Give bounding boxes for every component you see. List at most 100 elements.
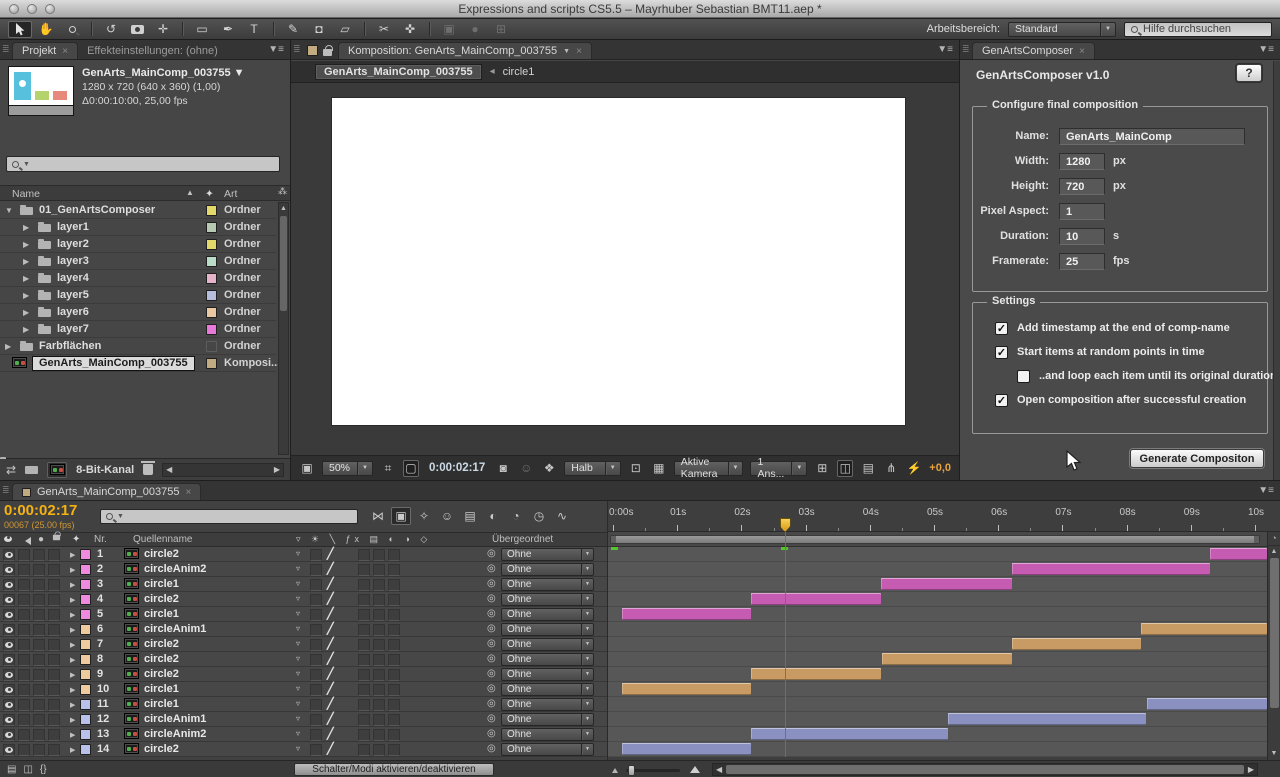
composition-canvas[interactable]: Clip 1_1 Frame: 35 from 75 Clip 2_3 Fram… xyxy=(332,98,905,425)
layer-duration-bar[interactable] xyxy=(622,683,751,695)
project-search-input[interactable]: ▼ xyxy=(6,156,280,172)
frame-blend-toggle[interactable] xyxy=(373,744,385,756)
panel-menu-icon[interactable]: ▼≡ xyxy=(268,44,284,55)
effect-toggle[interactable] xyxy=(358,699,370,711)
new-folder-icon[interactable] xyxy=(25,466,38,474)
audio-toggle[interactable] xyxy=(18,744,30,756)
shy-icon[interactable]: ▿ xyxy=(296,564,300,573)
trash-icon[interactable] xyxy=(143,464,153,475)
parent-select[interactable]: Ohne ▼ xyxy=(501,668,594,681)
parent-select[interactable]: Ohne ▼ xyxy=(501,683,594,696)
layer-color-swatch[interactable] xyxy=(80,714,91,725)
layer-source-name[interactable]: circle2 xyxy=(144,653,179,665)
label-color-swatch[interactable] xyxy=(206,205,217,216)
workspace-select[interactable]: Standard ▼ xyxy=(1008,22,1116,37)
lock-icon[interactable] xyxy=(323,49,332,56)
panel-grip-icon[interactable]: ≣ xyxy=(2,485,9,496)
layer-source-name[interactable]: circle2 xyxy=(144,638,179,650)
pan-behind-tool[interactable]: ✛ xyxy=(151,21,175,38)
layer-duration-bar[interactable] xyxy=(1012,563,1210,575)
pen-tool[interactable]: ✒ xyxy=(216,21,240,38)
tab-effekteinstellungen[interactable]: Effekteinstellungen: (ohne) xyxy=(78,42,227,59)
quality-icon[interactable]: ╱ xyxy=(327,592,334,605)
collapse-toggle[interactable] xyxy=(310,549,322,561)
visibility-toggle[interactable] xyxy=(3,729,15,741)
generate-composition-button[interactable]: Generate Compositon xyxy=(1130,449,1264,468)
pickwhip-icon[interactable]: ◎ xyxy=(487,698,496,709)
lock-toggle[interactable] xyxy=(48,564,60,576)
collapse-toggle[interactable] xyxy=(310,669,322,681)
motion-blur-toggle[interactable] xyxy=(388,714,400,726)
layer-source-name[interactable]: circleAnim2 xyxy=(144,728,206,740)
project-item-row[interactable]: ▶ layer7 Ordner xyxy=(0,321,276,338)
timeline-layer-row[interactable]: ▶ 9 circle2 ▿ ╱ ◎ Ohne ▼ xyxy=(0,667,607,682)
quality-icon[interactable]: ╱ xyxy=(327,712,334,725)
tab-projekt[interactable]: Projekt × xyxy=(12,42,78,59)
layer-color-swatch[interactable] xyxy=(80,579,91,590)
frame-blend-toggle[interactable] xyxy=(373,729,385,741)
region-of-interest-icon[interactable]: ▢ xyxy=(403,460,419,477)
eraser-tool[interactable]: ▱ xyxy=(333,21,357,38)
expand-arrow-icon[interactable]: ▶ xyxy=(5,342,11,351)
shy-icon[interactable]: ▿ xyxy=(296,654,300,663)
frame-blend-toggle[interactable] xyxy=(373,579,385,591)
layer-duration-bar[interactable] xyxy=(1147,698,1267,710)
timeline-track[interactable] xyxy=(608,742,1280,757)
motion-blur-toggle[interactable] xyxy=(388,579,400,591)
lock-toggle[interactable] xyxy=(48,744,60,756)
visibility-toggle[interactable] xyxy=(3,579,15,591)
layer-color-swatch[interactable] xyxy=(80,684,91,695)
motion-blur-toggle[interactable] xyxy=(388,669,400,681)
project-item-name[interactable]: layer3 xyxy=(57,255,89,267)
project-item-row[interactable]: GenArts_MainComp_003755 Komposi... xyxy=(0,355,276,372)
panel-grip-icon[interactable]: ≣ xyxy=(962,44,969,55)
scroll-left-icon[interactable]: ◀ xyxy=(166,465,172,474)
zoom-window-icon[interactable] xyxy=(45,4,55,14)
scroll-thumb[interactable] xyxy=(280,216,287,311)
parent-select[interactable]: Ohne ▼ xyxy=(501,623,594,636)
shy-icon[interactable]: ▿ xyxy=(296,549,300,558)
frame-blend-toggle[interactable] xyxy=(373,699,385,711)
parent-select[interactable]: Ohne ▼ xyxy=(501,638,594,651)
layer-duration-bar[interactable] xyxy=(622,743,751,755)
pickwhip-icon[interactable]: ◎ xyxy=(487,668,496,679)
clip-2[interactable]: Clip 2_3 Frame: 2 from 75 xyxy=(540,357,698,425)
shy-icon[interactable]: ▿ xyxy=(296,594,300,603)
quality-icon[interactable]: ╱ xyxy=(327,607,334,620)
pickwhip-icon[interactable]: ◎ xyxy=(487,548,496,559)
work-area-bar[interactable] xyxy=(610,535,1260,544)
clip-3[interactable]: Clip 3_2 Frame: 75 from 75 xyxy=(718,98,878,425)
field-input[interactable]: GenArts_MainComp xyxy=(1059,128,1245,145)
panel-menu-icon[interactable]: ▼≡ xyxy=(1258,485,1274,496)
expand-inout-pane-icon[interactable]: {} xyxy=(40,764,47,775)
help-button[interactable]: ? xyxy=(1236,64,1262,82)
layer-source-name[interactable]: circle2 xyxy=(144,548,179,560)
shy-icon[interactable]: ▿ xyxy=(296,684,300,693)
layer-color-swatch[interactable] xyxy=(80,669,91,680)
expand-arrow-icon[interactable]: ▶ xyxy=(70,581,75,589)
expand-arrow-icon[interactable]: ▶ xyxy=(70,626,75,634)
frame-blend-toggle[interactable] xyxy=(373,714,385,726)
effect-toggle[interactable] xyxy=(358,624,370,636)
solo-column-icon[interactable]: ● xyxy=(38,534,44,545)
parent-select[interactable]: Ohne ▼ xyxy=(501,593,594,606)
column-nr[interactable]: Nr. xyxy=(94,534,107,545)
timeline-layer-row[interactable]: ▶ 6 circleAnim1 ▿ ╱ ◎ Ohne ▼ xyxy=(0,622,607,637)
frame-blend-toggle[interactable] xyxy=(373,564,385,576)
layer-color-swatch[interactable] xyxy=(80,729,91,740)
pickwhip-icon[interactable]: ◎ xyxy=(487,623,496,634)
timeline-track[interactable] xyxy=(608,727,1280,742)
field-input[interactable]: 1 xyxy=(1059,203,1105,220)
project-item-row[interactable]: ▶ layer2 Ordner xyxy=(0,236,276,253)
search-filter-arrow[interactable]: ▼ xyxy=(117,513,124,520)
layer-color-swatch[interactable] xyxy=(80,594,91,605)
motion-blur-icon[interactable]: ◐ xyxy=(483,507,503,525)
label-column-icon[interactable]: ✦ xyxy=(72,534,80,545)
pickwhip-icon[interactable]: ◎ xyxy=(487,593,496,604)
effect-toggle[interactable] xyxy=(358,549,370,561)
expand-arrow-icon[interactable]: ▶ xyxy=(23,325,29,334)
checkbox-row[interactable]: ✓ Add timestamp at the end of comp-name xyxy=(995,321,1230,335)
timeline-layer-row[interactable]: ▶ 12 circleAnim1 ▿ ╱ ◎ Ohne ▼ xyxy=(0,712,607,727)
field-input[interactable]: 1280 xyxy=(1059,153,1105,170)
close-icon[interactable]: × xyxy=(1079,46,1085,57)
